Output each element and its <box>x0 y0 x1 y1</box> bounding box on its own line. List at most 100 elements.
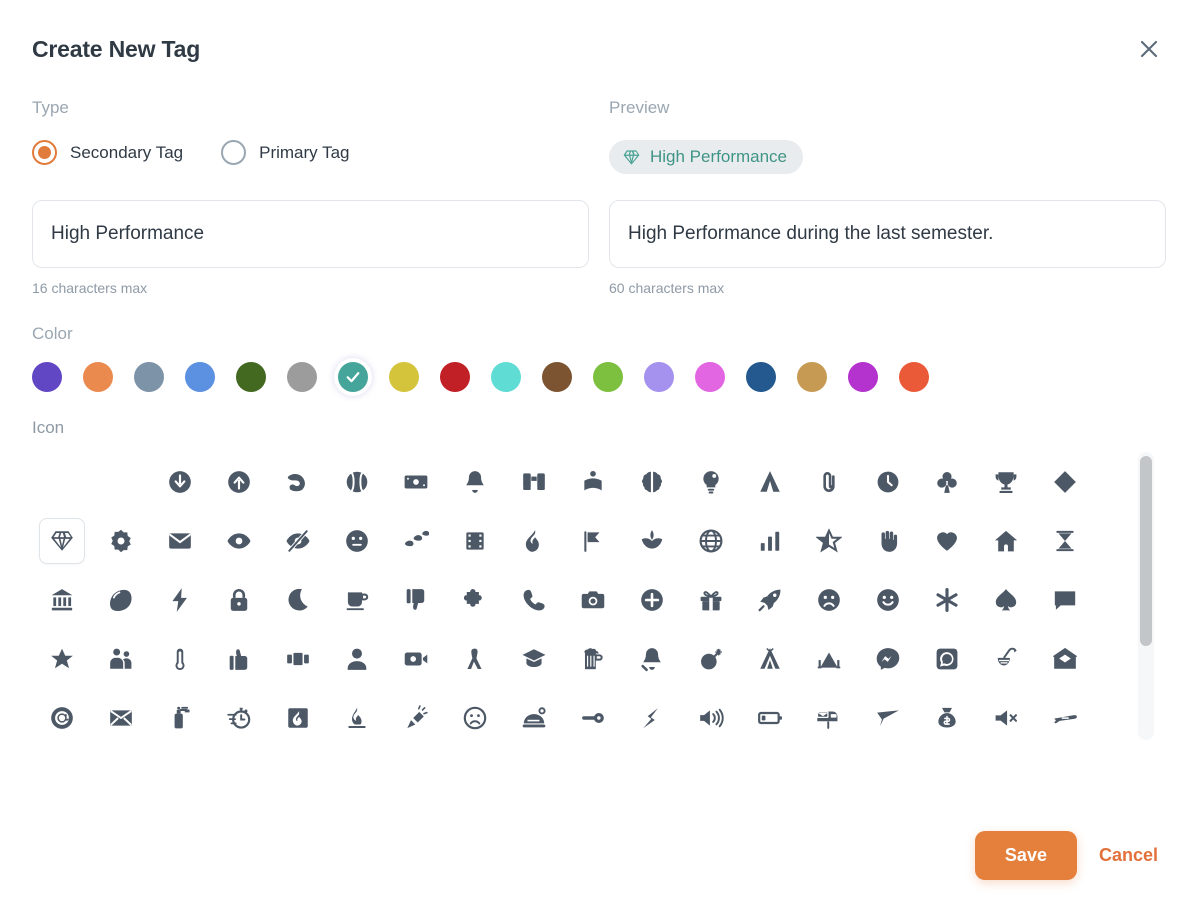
icon-option-face-sad[interactable] <box>452 695 498 741</box>
icon-option-thermometer[interactable] <box>157 636 203 682</box>
icon-option-tent-camp[interactable] <box>806 636 852 682</box>
icon-option-video[interactable] <box>393 636 439 682</box>
icon-option-arrow-circle-up[interactable] <box>216 459 262 505</box>
icon-option-tent[interactable] <box>747 459 793 505</box>
icon-option-eye-slash[interactable] <box>275 518 321 564</box>
color-swatch-orange[interactable] <box>83 362 113 392</box>
color-swatch-gray[interactable] <box>287 362 317 392</box>
icon-option-campfire[interactable] <box>334 695 380 741</box>
icon-option-heart[interactable] <box>924 518 970 564</box>
icon-option-book-open-reader[interactable] <box>570 459 616 505</box>
icon-option-diamond[interactable] <box>1042 459 1088 505</box>
icon-option-person-walking[interactable] <box>452 636 498 682</box>
icon-option-biceps[interactable] <box>275 459 321 505</box>
icon-option-puzzle-piece[interactable] <box>452 577 498 623</box>
icon-option-arrow-circle-down[interactable] <box>157 459 203 505</box>
icon-option-cocktail[interactable] <box>983 636 1029 682</box>
icon-option-circle-plus[interactable] <box>629 577 675 623</box>
icon-option-eye[interactable] <box>216 518 262 564</box>
icon-option-whatsapp[interactable] <box>924 636 970 682</box>
icon-option-money-bag[interactable] <box>924 695 970 741</box>
scrollbar-thumb[interactable] <box>1140 456 1152 646</box>
color-swatch-tan[interactable] <box>797 362 827 392</box>
tag-name-input[interactable] <box>32 200 589 268</box>
icon-option-bank[interactable] <box>39 577 85 623</box>
icon-option-bolt-lightning[interactable] <box>629 695 675 741</box>
color-swatch-navy[interactable] <box>746 362 776 392</box>
color-swatch-slate-blue[interactable] <box>134 362 164 392</box>
icon-option-baseball[interactable] <box>334 459 380 505</box>
icon-option-teepee[interactable] <box>747 636 793 682</box>
icon-option-envelope[interactable] <box>157 518 203 564</box>
close-icon[interactable] <box>1132 32 1166 66</box>
icon-option-paper-plane[interactable] <box>865 695 911 741</box>
icon-option-flag-pennant[interactable] <box>570 518 616 564</box>
icon-option-at[interactable] <box>39 695 85 741</box>
icon-option-bell-slash[interactable] <box>629 636 675 682</box>
icon-option-rocket[interactable] <box>747 577 793 623</box>
color-swatch-light-green[interactable] <box>593 362 623 392</box>
color-swatch-blue[interactable] <box>185 362 215 392</box>
icon-option-battery-low[interactable] <box>747 695 793 741</box>
icon-option-hand[interactable] <box>865 518 911 564</box>
icon-option-hourglass[interactable] <box>1042 518 1088 564</box>
icon-option-fire-square[interactable] <box>275 695 321 741</box>
color-swatch-dark-green[interactable] <box>236 362 266 392</box>
icon-option-envelope-open[interactable] <box>1042 636 1088 682</box>
icon-option-trophy[interactable] <box>983 459 1029 505</box>
color-swatch-magenta[interactable] <box>695 362 725 392</box>
icon-option-bomb[interactable] <box>688 636 734 682</box>
color-swatch-turquoise[interactable] <box>491 362 521 392</box>
icon-option-lock[interactable] <box>216 577 262 623</box>
icon-option-star-half[interactable] <box>806 518 852 564</box>
icon-option-asterisk[interactable] <box>924 577 970 623</box>
icon-option-face-meh[interactable] <box>334 518 380 564</box>
icon-option-spade-suit[interactable] <box>983 577 1029 623</box>
icon-option-paperclip[interactable] <box>806 459 852 505</box>
icon-option-ticket[interactable] <box>275 636 321 682</box>
icon-option-lightbulb[interactable] <box>688 459 734 505</box>
icon-option-comment[interactable] <box>1042 577 1088 623</box>
icon-option-fire-extinguisher[interactable] <box>157 695 203 741</box>
icon-option-gem[interactable] <box>38 517 85 564</box>
icon-option-bell[interactable] <box>452 459 498 505</box>
icon-option-mug[interactable] <box>334 577 380 623</box>
icon-option-envelope-closed[interactable] <box>98 695 144 741</box>
icon-option-messenger[interactable] <box>865 636 911 682</box>
icon-option-lemon[interactable] <box>98 577 144 623</box>
icon-option-stopwatch[interactable] <box>216 695 262 741</box>
icon-option-camera[interactable] <box>570 577 616 623</box>
cancel-button[interactable]: Cancel <box>1091 835 1166 876</box>
color-swatch-teal[interactable] <box>338 362 368 392</box>
icon-option-spa[interactable] <box>629 518 675 564</box>
icon-option-volume-high[interactable] <box>688 695 734 741</box>
icon-option-film[interactable] <box>452 518 498 564</box>
icon-option-binoculars[interactable] <box>511 459 557 505</box>
icon-option-face-smile[interactable] <box>865 577 911 623</box>
icon-option-plane[interactable] <box>1042 695 1088 741</box>
radio-secondary-tag[interactable]: Secondary Tag <box>32 140 183 165</box>
icon-option-money-bill[interactable] <box>393 459 439 505</box>
icon-option-bolt[interactable] <box>157 577 203 623</box>
icon-option-clock[interactable] <box>865 459 911 505</box>
save-button[interactable]: Save <box>974 831 1077 880</box>
color-swatch-brown[interactable] <box>542 362 572 392</box>
icon-option-phone[interactable] <box>511 577 557 623</box>
icon-option-key[interactable] <box>570 695 616 741</box>
color-swatch-yellow[interactable] <box>389 362 419 392</box>
icon-option-gear[interactable] <box>98 518 144 564</box>
icon-option-mailbox[interactable] <box>806 695 852 741</box>
icon-option-user[interactable] <box>334 636 380 682</box>
icon-option-bell-concierge[interactable] <box>511 695 557 741</box>
icon-option-gift[interactable] <box>688 577 734 623</box>
color-swatch-tomato[interactable] <box>899 362 929 392</box>
icon-option-chart-simple[interactable] <box>747 518 793 564</box>
icon-option-volume-xmark[interactable] <box>983 695 1029 741</box>
icon-grid-scrollbar[interactable] <box>1138 452 1154 740</box>
color-swatch-violet[interactable] <box>848 362 878 392</box>
icon-option-graduation-cap[interactable] <box>511 636 557 682</box>
color-swatch-red[interactable] <box>440 362 470 392</box>
icon-option-brain[interactable] <box>629 459 675 505</box>
icon-option-thumbs-up[interactable] <box>216 636 262 682</box>
icon-option-star[interactable] <box>39 636 85 682</box>
